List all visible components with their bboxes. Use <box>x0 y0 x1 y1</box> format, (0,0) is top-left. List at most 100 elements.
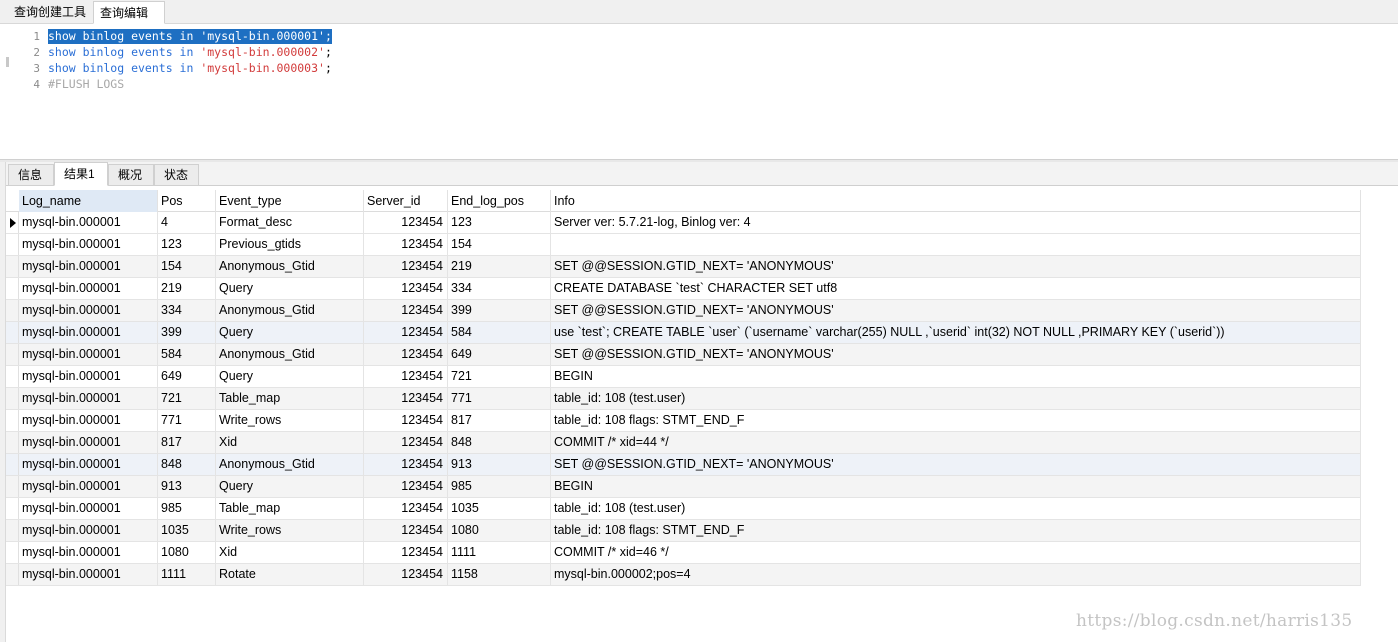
table-row[interactable]: mysql-bin.000001 1080 Xid 123454 1111 COMMIT … <box>6 542 1361 564</box>
table-row[interactable]: mysql-bin.000001 817 Xid 123454 848 COMMIT /*… <box>6 432 1361 454</box>
cell-event-type[interactable]: Table_map <box>216 388 364 409</box>
cell-info[interactable]: CREATE DATABASE `test` CHARACTER SET utf… <box>551 278 1361 299</box>
cell-log-name[interactable]: mysql-bin.000001 <box>19 212 158 233</box>
cell-event-type[interactable]: Query <box>216 278 364 299</box>
cell-pos[interactable]: 4 <box>158 212 216 233</box>
table-row[interactable]: mysql-bin.000001 985 Table_map 123454 1035 ta… <box>6 498 1361 520</box>
cell-pos[interactable]: 985 <box>158 498 216 519</box>
cell-log-name[interactable]: mysql-bin.000001 <box>19 388 158 409</box>
code-line-3[interactable]: show binlog events in 'mysql-bin.000003'… <box>48 61 332 76</box>
cell-info[interactable]: BEGIN <box>551 366 1361 387</box>
cell-pos[interactable]: 1035 <box>158 520 216 541</box>
cell-server-id[interactable]: 123454 <box>364 388 448 409</box>
cell-end-log-pos[interactable]: 399 <box>448 300 551 321</box>
cell-event-type[interactable]: Previous_gtids <box>216 234 364 255</box>
cell-server-id[interactable]: 123454 <box>364 278 448 299</box>
cell-pos[interactable]: 1111 <box>158 564 216 585</box>
column-header-event-type[interactable]: Event_type <box>216 190 364 212</box>
cell-event-type[interactable]: Write_rows <box>216 410 364 431</box>
cell-server-id[interactable]: 123454 <box>364 476 448 497</box>
cell-event-type[interactable]: Xid <box>216 432 364 453</box>
cell-end-log-pos[interactable]: 123 <box>448 212 551 233</box>
cell-server-id[interactable]: 123454 <box>364 498 448 519</box>
cell-server-id[interactable]: 123454 <box>364 454 448 475</box>
cell-server-id[interactable]: 123454 <box>364 564 448 585</box>
cell-event-type[interactable]: Query <box>216 366 364 387</box>
tab-info[interactable]: 信息 <box>8 164 54 186</box>
table-row[interactable]: mysql-bin.000001 123 Previous_gtids 123454 1… <box>6 234 1361 256</box>
cell-server-id[interactable]: 123454 <box>364 520 448 541</box>
cell-pos[interactable]: 721 <box>158 388 216 409</box>
cell-info[interactable]: SET @@SESSION.GTID_NEXT= 'ANONYMOUS' <box>551 344 1361 365</box>
table-row[interactable]: mysql-bin.000001 1111 Rotate 123454 1158 mysq… <box>6 564 1361 586</box>
cell-log-name[interactable]: mysql-bin.000001 <box>19 366 158 387</box>
cell-end-log-pos[interactable]: 817 <box>448 410 551 431</box>
cell-pos[interactable]: 399 <box>158 322 216 343</box>
cell-info[interactable]: COMMIT /* xid=46 */ <box>551 542 1361 563</box>
cell-server-id[interactable]: 123454 <box>364 410 448 431</box>
table-row[interactable]: mysql-bin.000001 584 Anonymous_Gtid 123454 6… <box>6 344 1361 366</box>
cell-event-type[interactable]: Anonymous_Gtid <box>216 256 364 277</box>
cell-log-name[interactable]: mysql-bin.000001 <box>19 542 158 563</box>
column-header-log-name[interactable]: Log_name <box>19 190 158 212</box>
code-line-2[interactable]: show binlog events in 'mysql-bin.000002'… <box>48 45 332 60</box>
cell-server-id[interactable]: 123454 <box>364 344 448 365</box>
cell-info[interactable]: table_id: 108 flags: STMT_END_F <box>551 520 1361 541</box>
cell-pos[interactable]: 771 <box>158 410 216 431</box>
column-header-end-log-pos[interactable]: End_log_pos <box>448 190 551 212</box>
cell-pos[interactable]: 219 <box>158 278 216 299</box>
cell-event-type[interactable]: Format_desc <box>216 212 364 233</box>
cell-end-log-pos[interactable]: 1111 <box>448 542 551 563</box>
cell-info[interactable] <box>551 234 1361 255</box>
cell-log-name[interactable]: mysql-bin.000001 <box>19 410 158 431</box>
table-row[interactable]: mysql-bin.000001 334 Anonymous_Gtid 123454 3… <box>6 300 1361 322</box>
cell-log-name[interactable]: mysql-bin.000001 <box>19 476 158 497</box>
table-row[interactable]: mysql-bin.000001 4 Format_desc 123454 123 Ser… <box>6 212 1361 234</box>
table-row[interactable]: mysql-bin.000001 913 Query 123454 985 BEGIN <box>6 476 1361 498</box>
tab-result1[interactable]: 结果1 <box>54 162 108 186</box>
table-row[interactable]: mysql-bin.000001 649 Query 123454 721 BEGIN <box>6 366 1361 388</box>
cell-info[interactable]: SET @@SESSION.GTID_NEXT= 'ANONYMOUS' <box>551 454 1361 475</box>
cell-log-name[interactable]: mysql-bin.000001 <box>19 278 158 299</box>
cell-pos[interactable]: 334 <box>158 300 216 321</box>
cell-log-name[interactable]: mysql-bin.000001 <box>19 344 158 365</box>
cell-event-type[interactable]: Anonymous_Gtid <box>216 344 364 365</box>
code-line-1[interactable]: show binlog events in 'mysql-bin.000001'… <box>48 29 332 44</box>
table-row[interactable]: mysql-bin.000001 219 Query 123454 334 CREATE … <box>6 278 1361 300</box>
cell-event-type[interactable]: Write_rows <box>216 520 364 541</box>
cell-server-id[interactable]: 123454 <box>364 432 448 453</box>
cell-log-name[interactable]: mysql-bin.000001 <box>19 300 158 321</box>
cell-info[interactable]: mysql-bin.000002;pos=4 <box>551 564 1361 585</box>
table-row[interactable]: mysql-bin.000001 154 Anonymous_Gtid 123454 2… <box>6 256 1361 278</box>
cell-end-log-pos[interactable]: 985 <box>448 476 551 497</box>
table-row[interactable]: mysql-bin.000001 848 Anonymous_Gtid 123454 9… <box>6 454 1361 476</box>
table-row[interactable]: mysql-bin.000001 771 Write_rows 123454 817 ta… <box>6 410 1361 432</box>
cell-log-name[interactable]: mysql-bin.000001 <box>19 234 158 255</box>
cell-server-id[interactable]: 123454 <box>364 366 448 387</box>
cell-pos[interactable]: 123 <box>158 234 216 255</box>
tab-profile[interactable]: 概况 <box>108 164 154 186</box>
cell-pos[interactable]: 913 <box>158 476 216 497</box>
table-row[interactable]: mysql-bin.000001 399 Query 123454 584 use `te… <box>6 322 1361 344</box>
cell-event-type[interactable]: Anonymous_Gtid <box>216 300 364 321</box>
cell-log-name[interactable]: mysql-bin.000001 <box>19 322 158 343</box>
tab-query-builder[interactable]: 查询创建工具 <box>8 1 92 24</box>
cell-server-id[interactable]: 123454 <box>364 542 448 563</box>
cell-pos[interactable]: 649 <box>158 366 216 387</box>
cell-log-name[interactable]: mysql-bin.000001 <box>19 564 158 585</box>
cell-pos[interactable]: 817 <box>158 432 216 453</box>
cell-log-name[interactable]: mysql-bin.000001 <box>19 520 158 541</box>
cell-server-id[interactable]: 123454 <box>364 322 448 343</box>
code-line-4[interactable]: #FLUSH LOGS <box>48 77 124 92</box>
cell-info[interactable]: SET @@SESSION.GTID_NEXT= 'ANONYMOUS' <box>551 256 1361 277</box>
cell-end-log-pos[interactable]: 721 <box>448 366 551 387</box>
cell-info[interactable]: table_id: 108 (test.user) <box>551 498 1361 519</box>
cell-event-type[interactable]: Rotate <box>216 564 364 585</box>
cell-end-log-pos[interactable]: 848 <box>448 432 551 453</box>
cell-event-type[interactable]: Xid <box>216 542 364 563</box>
cell-pos[interactable]: 154 <box>158 256 216 277</box>
cell-server-id[interactable]: 123454 <box>364 300 448 321</box>
cell-info[interactable]: BEGIN <box>551 476 1361 497</box>
cell-end-log-pos[interactable]: 1158 <box>448 564 551 585</box>
cell-end-log-pos[interactable]: 154 <box>448 234 551 255</box>
